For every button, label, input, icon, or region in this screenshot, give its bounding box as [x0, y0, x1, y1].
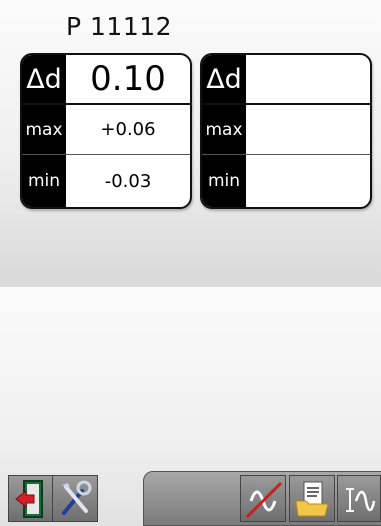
max-label: max	[202, 105, 246, 154]
min-row: min -0.03	[22, 155, 190, 207]
wave-disabled-button[interactable]	[240, 475, 286, 522]
exit-door-icon	[15, 479, 43, 518]
min-value: -0.03	[104, 170, 152, 192]
max-value: +0.06	[100, 119, 156, 140]
exit-button[interactable]	[8, 475, 54, 522]
max-label: max	[22, 105, 66, 154]
document-folder-button[interactable]	[289, 475, 335, 522]
min-label: min	[22, 155, 66, 207]
delta-value	[246, 55, 370, 103]
delta-row: Δd	[202, 55, 370, 105]
delta-row: Δd 0.10	[22, 55, 190, 105]
measurement-panel-left: Δd 0.10 max +0.06 min -0.03	[20, 53, 192, 209]
min-label: min	[202, 155, 246, 207]
wave-measure-button[interactable]	[337, 475, 381, 522]
max-row: max +0.06	[22, 105, 190, 155]
delta-value: 0.10	[90, 59, 166, 99]
delta-label: Δd	[22, 55, 66, 103]
measurement-panel-right: Δd max min	[200, 53, 372, 209]
bottom-toolbar	[0, 235, 381, 526]
part-title: P 11112	[66, 12, 173, 41]
delta-label: Δd	[202, 55, 246, 103]
tools-button[interactable]	[52, 475, 98, 522]
min-row: min	[202, 155, 370, 207]
wave-disabled-icon	[245, 481, 283, 518]
wave-measure-icon	[346, 487, 376, 512]
document-folder-icon	[295, 481, 329, 516]
min-value	[246, 155, 370, 207]
tools-icon	[62, 480, 92, 515]
max-row: max	[202, 105, 370, 155]
max-value	[246, 105, 370, 154]
